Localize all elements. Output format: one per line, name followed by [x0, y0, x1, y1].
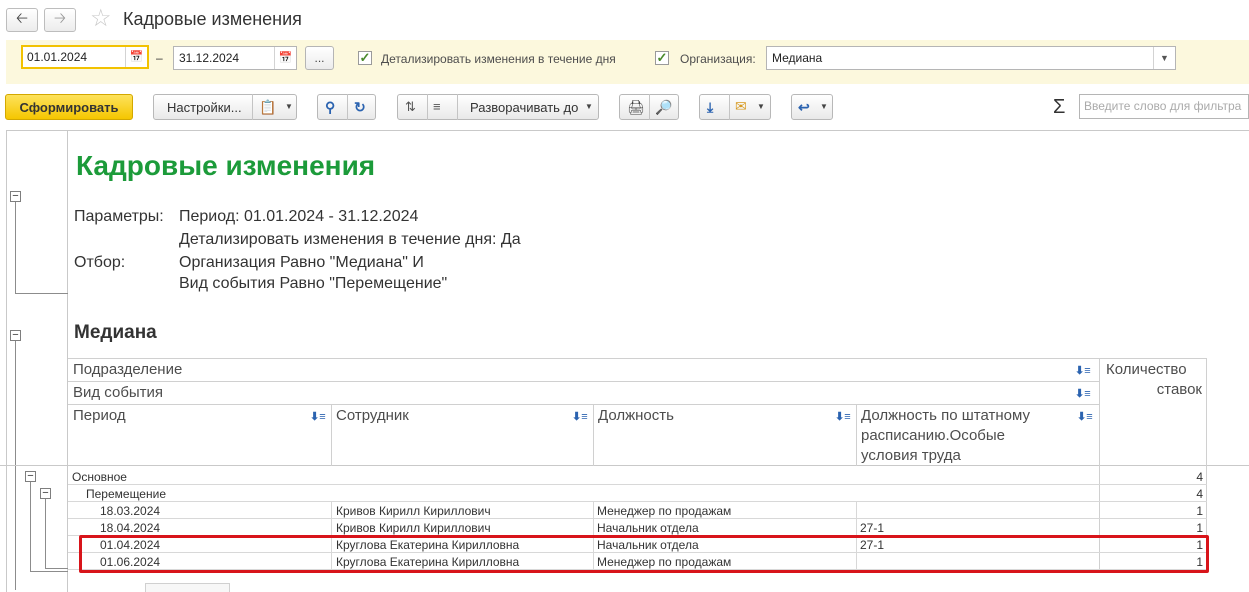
chevron-down-icon[interactable]: ▼	[1153, 47, 1175, 69]
group-move-count: 4	[1196, 487, 1203, 501]
header-event-type[interactable]: Вид события	[73, 384, 163, 401]
table-row-count: 1	[1196, 504, 1203, 518]
param-detail: Детализировать изменения в течение дня: …	[179, 231, 521, 248]
collapse-main-group-toggle[interactable]: −	[25, 471, 36, 482]
chevron-down-icon[interactable]: ▼	[285, 102, 293, 111]
date-from-input[interactable]: 01.01.2024 📅	[21, 45, 149, 69]
expand-to-button[interactable]: Разворачивать до	[470, 100, 578, 115]
window-title: Кадровые изменения	[123, 9, 302, 29]
table-row-staff: 27-1	[860, 521, 885, 535]
sum-icon[interactable]: Σ	[1053, 96, 1065, 119]
header-staff-position-line1[interactable]: Должность по штатному	[861, 407, 1030, 424]
filter-label: Отбор:	[74, 254, 126, 271]
title-bar: 🡠 🡢 ☆ Кадровые изменения	[0, 0, 1249, 40]
header-position[interactable]: Должность	[598, 407, 674, 424]
search-icon[interactable]: ⚲	[325, 99, 335, 116]
table-row-position: Начальник отдела	[597, 521, 699, 535]
report-toolbar: Сформировать Настройки... 📋 ▼ ⚲ ↻ ⇅ ≡ Ра…	[0, 88, 1249, 128]
sort-icon[interactable]: ⬇≡	[1075, 364, 1091, 377]
preview-icon[interactable]: 🔎	[655, 99, 672, 116]
chevron-down-icon[interactable]: ▼	[585, 102, 593, 111]
detail-checkbox[interactable]: ✓	[358, 51, 372, 65]
sort-icon[interactable]: ⬇≡	[310, 410, 326, 423]
calendar-icon[interactable]: 📅	[125, 47, 147, 67]
sort-icon[interactable]: ⬇≡	[572, 410, 588, 423]
save-icon[interactable]: ⤓	[707, 99, 713, 116]
filter-input[interactable]: Введите слово для фильтра	[1079, 94, 1249, 119]
collapse-all-icon[interactable]: ≡	[433, 99, 441, 114]
collapse-move-group-toggle[interactable]: −	[40, 488, 51, 499]
mail-icon[interactable]: ✉	[735, 98, 747, 115]
header-staff-position-line2: расписанию.Особые	[861, 427, 1006, 444]
chevron-down-icon[interactable]: ▼	[757, 102, 765, 111]
table-row-employee: Кривов Кирилл Кириллович	[336, 521, 491, 535]
arrow-right-icon: 🡢	[53, 9, 67, 27]
forward-button[interactable]: 🡢	[44, 8, 76, 32]
table-row-employee: Кривов Кирилл Кириллович	[336, 504, 491, 518]
sort-icon[interactable]: ⬇≡	[1077, 410, 1093, 423]
header-employee[interactable]: Сотрудник	[336, 407, 409, 424]
group-main-label: Основное	[72, 470, 127, 484]
star-icon[interactable]: ☆	[90, 6, 112, 32]
table-row-position: Менеджер по продажам	[597, 504, 732, 518]
param-period: Период: 01.01.2024 - 31.12.2024	[179, 208, 419, 225]
date-from-value: 01.01.2024	[27, 50, 88, 64]
filter-org: Организация Равно "Медиана" И	[179, 254, 424, 271]
group-main-count: 4	[1196, 470, 1203, 484]
header-subdivision[interactable]: Подразделение	[73, 361, 182, 378]
organization-value: Медиана	[772, 51, 823, 65]
date-to-input[interactable]: 31.12.2024 📅	[173, 46, 297, 70]
detail-checkbox-label: Детализировать изменения в течение дня	[381, 52, 616, 66]
table-row-period: 18.04.2024	[100, 521, 161, 535]
highlight-frame	[79, 535, 1209, 573]
table-row-count: 1	[1196, 521, 1203, 535]
header-staff-position-line3: условия труда	[861, 447, 961, 464]
expand-all-icon[interactable]: ⇅	[405, 99, 416, 115]
chevron-down-icon: ▼	[820, 102, 828, 111]
search-next-icon[interactable]: ↻	[354, 99, 366, 116]
organization-heading: Медиана	[74, 322, 157, 343]
organization-label: Организация:	[680, 52, 756, 66]
header-rates-line2: ставок	[1156, 381, 1202, 398]
back-button[interactable]: 🡠	[6, 8, 38, 32]
print-icon[interactable]: 🖨	[627, 99, 645, 116]
scroll-placeholder	[145, 583, 230, 592]
params-label: Параметры:	[74, 208, 164, 225]
organization-checkbox[interactable]: ✓	[655, 51, 669, 65]
sort-icon[interactable]: ⬇≡	[1075, 387, 1091, 400]
filter-event: Вид события Равно "Перемещение"	[179, 275, 448, 292]
collapse-org-toggle[interactable]: −	[10, 330, 21, 341]
date-range-dash: –	[156, 51, 163, 65]
return-icon: ↩	[798, 99, 810, 115]
report-title: Кадровые изменения	[76, 150, 376, 181]
calendar-icon[interactable]: 📅	[274, 47, 296, 69]
settings-label: Настройки...	[167, 99, 242, 115]
table-row-period: 18.03.2024	[100, 504, 161, 518]
group-move-label: Перемещение	[86, 487, 166, 501]
organization-select[interactable]: Медиана ▼	[766, 46, 1176, 70]
period-select-button[interactable]: ...	[305, 46, 334, 70]
arrow-left-icon: 🡠	[15, 9, 29, 27]
header-rates-line1[interactable]: Количество	[1106, 361, 1187, 378]
header-period[interactable]: Период	[73, 407, 126, 424]
sort-icon[interactable]: ⬇≡	[835, 410, 851, 423]
date-to-value: 31.12.2024	[179, 51, 240, 65]
collapse-header-toggle[interactable]: −	[10, 191, 21, 202]
variants-icon[interactable]: 📋	[259, 99, 276, 116]
generate-button[interactable]: Сформировать	[5, 94, 133, 120]
parameters-bar: 01.01.2024 📅 – 31.12.2024 📅 ... ✓ Детали…	[6, 40, 1249, 84]
